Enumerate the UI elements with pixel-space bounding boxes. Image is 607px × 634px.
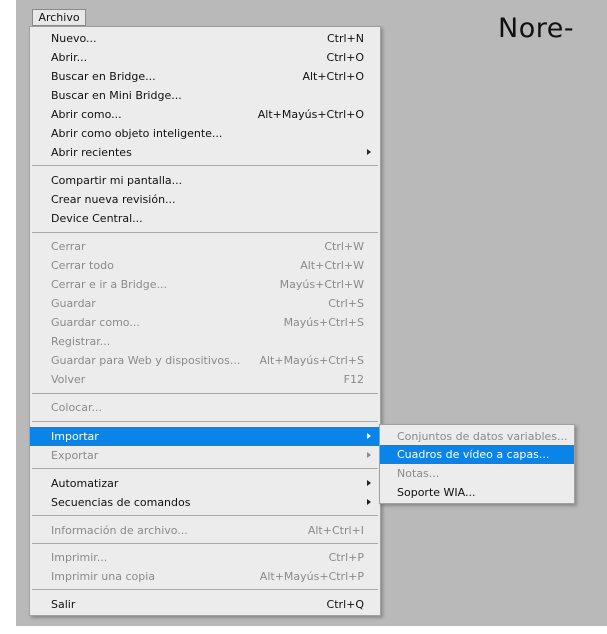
shortcut-label: Mayús+Ctrl+S bbox=[283, 316, 364, 329]
menu-item-importar[interactable]: Importar bbox=[30, 427, 380, 446]
shortcut-label: Mayús+Ctrl+W bbox=[279, 278, 364, 291]
menu-item-label: Cuadros de vídeo a capas... bbox=[397, 448, 550, 461]
menu-separator bbox=[32, 393, 378, 394]
shortcut-label: Ctrl+N bbox=[326, 32, 364, 45]
menu-item-label: Secuencias de comandos bbox=[51, 496, 191, 509]
shortcut-label: Ctrl+W bbox=[324, 240, 364, 253]
submenu-item-cuadros-video[interactable]: Cuadros de vídeo a capas... bbox=[380, 445, 574, 464]
menu-separator bbox=[32, 589, 378, 590]
shortcut-label: Alt+Mayús+Ctrl+O bbox=[257, 108, 364, 121]
shortcut-label: Ctrl+Q bbox=[326, 598, 364, 611]
menu-item-label: Notas... bbox=[397, 467, 440, 480]
menu-item-imprimir-copia[interactable]: Imprimir una copia Alt+Mayús+Ctrl+P bbox=[30, 567, 380, 586]
menu-item-informacion-archivo[interactable]: Información de archivo... Alt+Ctrl+I bbox=[30, 521, 380, 540]
menu-item-cerrar-todo[interactable]: Cerrar todo Alt+Ctrl+W bbox=[30, 256, 380, 275]
menu-item-label: Abrir como objeto inteligente... bbox=[51, 127, 223, 140]
menu-separator bbox=[32, 232, 378, 233]
menu-item-cerrar-ir-bridge[interactable]: Cerrar e ir a Bridge... Mayús+Ctrl+W bbox=[30, 275, 380, 294]
menu-item-exportar[interactable]: Exportar bbox=[30, 446, 380, 465]
menu-item-label: Conjuntos de datos variables... bbox=[397, 430, 568, 443]
menu-item-colocar[interactable]: Colocar... bbox=[30, 398, 380, 417]
menu-archivo[interactable]: Archivo bbox=[32, 9, 86, 26]
menu-item-guardar[interactable]: Guardar Ctrl+S bbox=[30, 294, 380, 313]
shortcut-label: Alt+Ctrl+W bbox=[300, 259, 364, 272]
menu-item-compartir-pantalla[interactable]: Compartir mi pantalla... bbox=[30, 171, 380, 190]
menu-item-label: Guardar para Web y dispositivos... bbox=[51, 354, 241, 367]
menu-item-device-central[interactable]: Device Central... bbox=[30, 209, 380, 228]
menu-item-crear-revision[interactable]: Crear nueva revisión... bbox=[30, 190, 380, 209]
submenu-arrow-icon bbox=[367, 149, 371, 155]
menu-item-abrir-como[interactable]: Abrir como... Alt+Mayús+Ctrl+O bbox=[30, 105, 380, 124]
archivo-dropdown-menu: Nuevo... Ctrl+N Abrir... Ctrl+O Buscar e… bbox=[29, 26, 381, 616]
menu-separator bbox=[32, 165, 378, 166]
menu-item-nuevo[interactable]: Nuevo... Ctrl+N bbox=[30, 29, 380, 48]
menu-item-label: Guardar bbox=[51, 297, 96, 310]
submenu-arrow-icon bbox=[367, 480, 371, 486]
submenu-item-conjuntos-datos[interactable]: Conjuntos de datos variables... bbox=[380, 427, 574, 446]
menu-item-salir[interactable]: Salir Ctrl+Q bbox=[30, 595, 380, 614]
submenu-item-notas[interactable]: Notas... bbox=[380, 464, 574, 483]
menu-item-label: Automatizar bbox=[51, 477, 119, 490]
shortcut-label: Alt+Ctrl+I bbox=[307, 524, 364, 537]
importar-submenu: Conjuntos de datos variables... Cuadros … bbox=[379, 424, 575, 504]
menu-item-abrir-objeto-inteligente[interactable]: Abrir como objeto inteligente... bbox=[30, 124, 380, 143]
menu-item-label: Volver bbox=[51, 373, 86, 386]
menu-item-cerrar[interactable]: Cerrar Ctrl+W bbox=[30, 237, 380, 256]
menu-item-label: Salir bbox=[51, 598, 76, 611]
menu-item-label: Compartir mi pantalla... bbox=[51, 174, 183, 187]
shortcut-label: Alt+Ctrl+O bbox=[302, 70, 364, 83]
menu-item-label: Abrir recientes bbox=[51, 146, 132, 159]
menu-item-label: Cerrar e ir a Bridge... bbox=[51, 278, 167, 291]
menu-separator bbox=[32, 515, 378, 516]
menu-item-abrir[interactable]: Abrir... Ctrl+O bbox=[30, 48, 380, 67]
menu-item-label: Imprimir... bbox=[51, 551, 108, 564]
menu-item-label: Crear nueva revisión... bbox=[51, 193, 176, 206]
menu-item-secuencias-comandos[interactable]: Secuencias de comandos bbox=[30, 493, 380, 512]
menu-item-guardar-web[interactable]: Guardar para Web y dispositivos... Alt+M… bbox=[30, 351, 380, 370]
menu-item-label: Device Central... bbox=[51, 212, 143, 225]
menu-item-label: Colocar... bbox=[51, 401, 102, 414]
menu-item-label: Buscar en Bridge... bbox=[51, 70, 156, 83]
menu-item-abrir-recientes[interactable]: Abrir recientes bbox=[30, 143, 380, 162]
menu-item-imprimir[interactable]: Imprimir... Ctrl+P bbox=[30, 548, 380, 567]
submenu-arrow-icon bbox=[367, 452, 371, 458]
menu-item-label: Información de archivo... bbox=[51, 524, 188, 537]
menu-item-label: Imprimir una copia bbox=[51, 570, 156, 583]
menu-item-label: Guardar como... bbox=[51, 316, 140, 329]
shortcut-label: Ctrl+P bbox=[328, 551, 364, 564]
shortcut-label: Alt+Mayús+Ctrl+P bbox=[259, 570, 364, 583]
menu-item-automatizar[interactable]: Automatizar bbox=[30, 474, 380, 493]
menu-item-buscar-mini-bridge[interactable]: Buscar en Mini Bridge... bbox=[30, 86, 380, 105]
menu-item-label: Cerrar bbox=[51, 240, 86, 253]
watermark-text: Nore- bbox=[498, 13, 575, 44]
menu-item-label: Soporte WIA... bbox=[397, 486, 476, 499]
menu-separator bbox=[32, 421, 378, 422]
submenu-arrow-icon bbox=[367, 499, 371, 505]
menu-item-label: Abrir como... bbox=[51, 108, 122, 121]
menu-item-label: Buscar en Mini Bridge... bbox=[51, 89, 182, 102]
menu-item-guardar-como[interactable]: Guardar como... Mayús+Ctrl+S bbox=[30, 313, 380, 332]
shortcut-label: Ctrl+O bbox=[326, 51, 364, 64]
submenu-item-soporte-wia[interactable]: Soporte WIA... bbox=[380, 483, 574, 502]
menu-item-label: Nuevo... bbox=[51, 32, 97, 45]
shortcut-label: Alt+Mayús+Ctrl+S bbox=[259, 354, 364, 367]
shortcut-label: F12 bbox=[343, 373, 364, 386]
menu-item-registrar[interactable]: Registrar... bbox=[30, 332, 380, 351]
menu-item-label: Importar bbox=[51, 430, 99, 443]
menu-item-buscar-bridge[interactable]: Buscar en Bridge... Alt+Ctrl+O bbox=[30, 67, 380, 86]
menu-separator bbox=[32, 543, 378, 544]
menu-item-label: Registrar... bbox=[51, 335, 111, 348]
submenu-arrow-icon bbox=[367, 433, 371, 439]
shortcut-label: Ctrl+S bbox=[328, 297, 364, 310]
menu-item-label: Abrir... bbox=[51, 51, 88, 64]
menu-item-label: Cerrar todo bbox=[51, 259, 114, 272]
menu-item-volver[interactable]: Volver F12 bbox=[30, 370, 380, 389]
menu-separator bbox=[32, 468, 378, 469]
menu-item-label: Exportar bbox=[51, 449, 99, 462]
